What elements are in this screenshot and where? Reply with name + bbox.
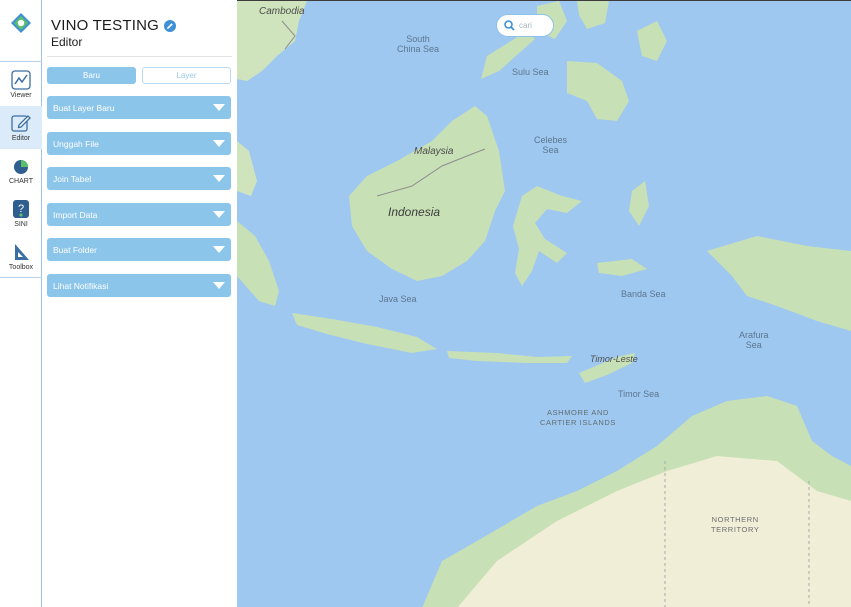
accordion-unggah-file[interactable]: Unggah File [47,132,231,155]
map-label-celebes-sea: Celebes Sea [534,135,567,155]
map-label-banda-sea: Banda Sea [621,289,666,299]
map-search-input[interactable] [519,21,551,30]
map-label-line: TERRITORY [711,525,760,534]
title-divider [47,56,232,57]
app-rail: Viewer Editor CHART ? SINI Toolbox [0,0,42,607]
chevron-down-icon [213,282,225,289]
accordion-buat-folder[interactable]: Buat Folder [47,238,231,261]
map-label-northern-territory: NORTHERN TERRITORY [711,515,759,535]
map-view[interactable]: Cambodia South China Sea Sulu Sea Celebe… [237,0,851,607]
tab-baru[interactable]: Baru [47,67,136,84]
map-label-indonesia: Indonesia [388,205,441,219]
chevron-down-icon [213,175,225,182]
app-logo-icon[interactable] [10,12,32,34]
map-label-line: CARTIER ISLANDS [540,418,616,427]
rail-item-viewer[interactable]: Viewer [0,63,42,106]
toolbox-ruler-icon [15,243,29,260]
accordion-label: Lihat Notifikasi [53,280,109,291]
accordion-label: Buat Layer Baru [53,102,115,113]
search-icon [504,20,515,31]
pie-chart-icon [14,159,28,174]
map-search-box[interactable] [496,14,554,37]
rail-item-sini[interactable]: ? SINI [0,192,42,235]
tab-layer[interactable]: Layer [142,67,231,84]
map-label-line: Celebes [534,135,568,145]
rail-item-chart[interactable]: CHART [0,149,42,192]
map-label-line: Arafura [739,330,769,340]
rail-item-label: Editor [11,134,31,142]
map-label-cambodia: Cambodia [259,6,305,17]
project-title: VINO TESTING [51,17,159,34]
accordion-buat-layer-baru[interactable]: Buat Layer Baru [47,96,231,119]
rail-item-toolbox[interactable]: Toolbox [0,235,42,278]
viewer-chart-icon [11,69,31,90]
map-label-ashmore-cartier: ASHMORE AND CARTIER ISLANDS [540,408,616,428]
accordion-label: Join Tabel [53,173,92,184]
editor-pencil-icon [11,114,31,132]
map-label-timor-leste: Timor-Leste [590,354,638,364]
map-label-java-sea: Java Sea [379,294,417,304]
map-label-line: Sea [745,340,762,350]
rail-item-label: Viewer [10,91,32,99]
map-label-line: Sea [542,145,559,155]
map-label-line: NORTHERN [711,515,759,524]
accordion-join-tabel[interactable]: Join Tabel [47,167,231,190]
map-label-south-china-sea: South China Sea [397,34,439,54]
title-row: VINO TESTING [51,17,176,34]
panel-subtitle: Editor [51,35,83,49]
chevron-down-icon [213,211,225,218]
rail-item-label: CHART [9,177,33,185]
rail-divider [0,277,42,278]
map-label-line: China Sea [397,44,440,54]
map-label-sulu-sea: Sulu Sea [512,67,549,77]
svg-text:?: ? [18,203,24,215]
chevron-down-icon [213,104,225,111]
map-label-timor-sea: Timor Sea [618,389,660,399]
sini-question-icon: ? [13,199,29,218]
map-label-malaysia: Malaysia [414,146,454,157]
accordion-label: Import Data [53,209,98,220]
editor-panel: VINO TESTING Editor Baru Layer Buat Laye… [42,0,237,607]
chevron-down-icon [213,140,225,147]
accordion-label: Buat Folder [53,244,97,255]
chevron-down-icon [213,246,225,253]
accordion-lihat-notifikasi[interactable]: Lihat Notifikasi [47,274,231,297]
map-label-arafura-sea: Arafura Sea [739,330,769,350]
map-label-line: ASHMORE AND [546,408,609,417]
rail-divider [0,61,42,62]
accordion-import-data[interactable]: Import Data [47,203,231,226]
edit-title-icon[interactable] [163,19,176,32]
pencil-icon [166,22,173,29]
rail-item-editor[interactable]: Editor [0,106,42,149]
accordion-label: Unggah File [53,138,99,149]
map-label-line: South [406,34,430,44]
rail-item-label: SINI [14,220,28,228]
rail-item-label: Toolbox [8,263,34,271]
